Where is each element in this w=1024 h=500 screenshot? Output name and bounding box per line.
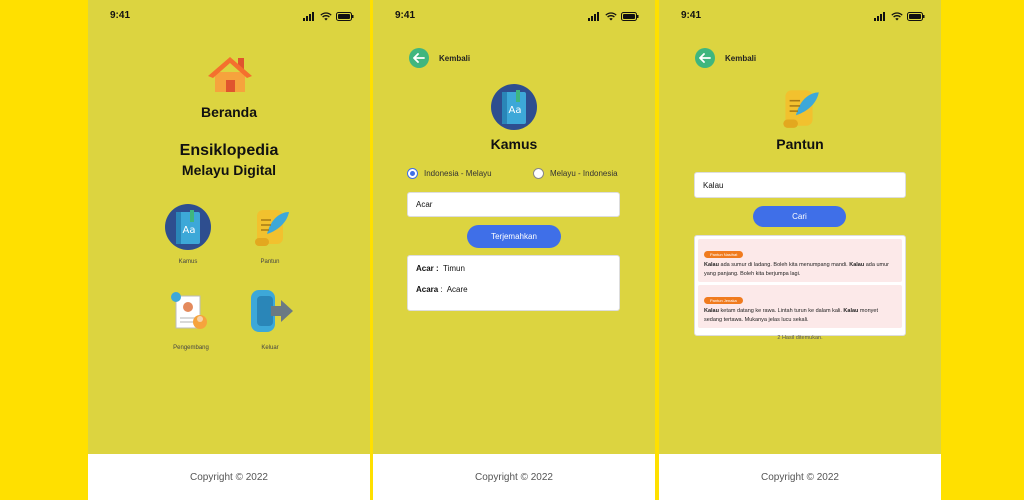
menu-pantun[interactable]: Pantun [246, 204, 294, 265]
menu-pengembang[interactable]: Pengembang [168, 290, 214, 351]
result-term: Acar [416, 264, 434, 273]
footer: Copyright © 2022 [88, 454, 370, 500]
radio-indonesia-melayu[interactable]: Indonesia - Melayu [407, 168, 492, 179]
menu-kamus-label: Kamus [178, 259, 198, 265]
pantun-text: Kalau ketam datang ke rawa. Lintah turun… [704, 308, 878, 323]
app-title-line2: Melayu Digital [181, 162, 277, 178]
menu-pengembang-label: Pengembang [173, 345, 209, 351]
menu-pantun-label: Pantun [260, 259, 280, 265]
result-meaning: Timun [443, 264, 465, 273]
pantun-item: Pantun Jenaka Kalau ketam datang ke rawa… [698, 285, 902, 329]
wifi-icon [891, 12, 903, 21]
radio-melayu-indonesia[interactable]: Melayu - Indonesia [533, 168, 618, 179]
radio-label: Indonesia - Melayu [424, 169, 492, 178]
home-screen: 9:41 Beranda Ensiklopedia Melayu Digital… [88, 0, 370, 500]
home-icon [208, 57, 252, 92]
pantun-item: Pantun Nasihat Kalau ada sumur di ladang… [698, 239, 902, 283]
result-meaning: Acare [446, 285, 468, 294]
battery-icon [907, 12, 925, 21]
menu-keluar-label: Keluar [261, 345, 279, 351]
status-time: 9:41 [681, 10, 702, 21]
arrow-left-icon [695, 48, 715, 68]
menu-keluar[interactable]: Keluar [244, 286, 296, 351]
radio-dot-selected [407, 168, 418, 179]
search-input[interactable]: Acar [407, 192, 620, 217]
developer-profile-icon [171, 292, 207, 329]
signal-icon [588, 12, 599, 21]
battery-icon [336, 12, 354, 21]
pantun-screen: 9:41 Kembali Pantun Kalau Cari Pantun Na… [659, 0, 941, 500]
wifi-icon [320, 12, 332, 21]
search-input[interactable]: Kalau [694, 172, 906, 198]
pantun-results-card: Pantun Nasihat Kalau ada sumur di ladang… [694, 235, 906, 341]
dictionary-book-icon: Aa [491, 84, 537, 130]
dictionary-book-icon: Aa [165, 204, 211, 250]
status-bar: 9:41 [659, 10, 941, 24]
result-row: Acara : Acare [416, 285, 468, 294]
menu-kamus[interactable]: Aa Kamus [164, 204, 212, 265]
svg-text:Aa: Aa [509, 105, 522, 116]
arrow-left-icon [409, 48, 429, 68]
search-button[interactable]: Cari [753, 206, 846, 227]
status-bar: 9:41 [373, 10, 655, 24]
scroll-quill-icon [783, 90, 819, 128]
pantun-text: Kalau ada sumur di ladang. Boleh kita me… [704, 262, 889, 277]
exit-door-icon [251, 290, 293, 332]
back-label: Kembali [725, 53, 757, 63]
page-title: Pantun [776, 136, 824, 152]
pantun-category-badge: Pantun Nasihat [704, 251, 744, 258]
footer: Copyright © 2022 [373, 454, 655, 500]
status-time: 9:41 [110, 10, 131, 21]
copyright-text: Copyright © 2022 [190, 471, 268, 483]
status-bar: 9:41 [88, 10, 370, 24]
copyright-text: Copyright © 2022 [761, 471, 839, 483]
page-title: Beranda [200, 104, 258, 120]
svg-text:Aa: Aa [183, 225, 196, 236]
result-term: Acara [416, 285, 439, 294]
copyright-text: Copyright © 2022 [475, 471, 553, 483]
scroll-quill-icon [255, 210, 289, 246]
result-row: Acar : Timun [416, 264, 465, 273]
signal-icon [303, 12, 314, 21]
kamus-screen: 9:41 Kembali Aa Kamus Indonesia - Melayu… [373, 0, 655, 500]
radio-dot [533, 168, 544, 179]
signal-icon [874, 12, 885, 21]
back-button[interactable]: Kembali [409, 48, 470, 68]
page-title: Kamus [490, 136, 538, 152]
translate-button[interactable]: Terjemahkan [467, 225, 561, 248]
status-time: 9:41 [395, 10, 416, 21]
app-title-line1: Ensiklopedia [179, 142, 279, 159]
radio-label: Melayu - Indonesia [550, 169, 618, 178]
result-count: 2 Hasil ditemukan. [777, 335, 823, 342]
footer: Copyright © 2022 [659, 454, 941, 500]
wifi-icon [605, 12, 617, 21]
battery-icon [621, 12, 639, 21]
pantun-category-badge: Pantun Jenaka [704, 297, 743, 305]
results-card: Acar : Timun Acara : Acare [407, 255, 620, 311]
back-label: Kembali [439, 53, 471, 63]
back-button[interactable]: Kembali [695, 48, 756, 68]
